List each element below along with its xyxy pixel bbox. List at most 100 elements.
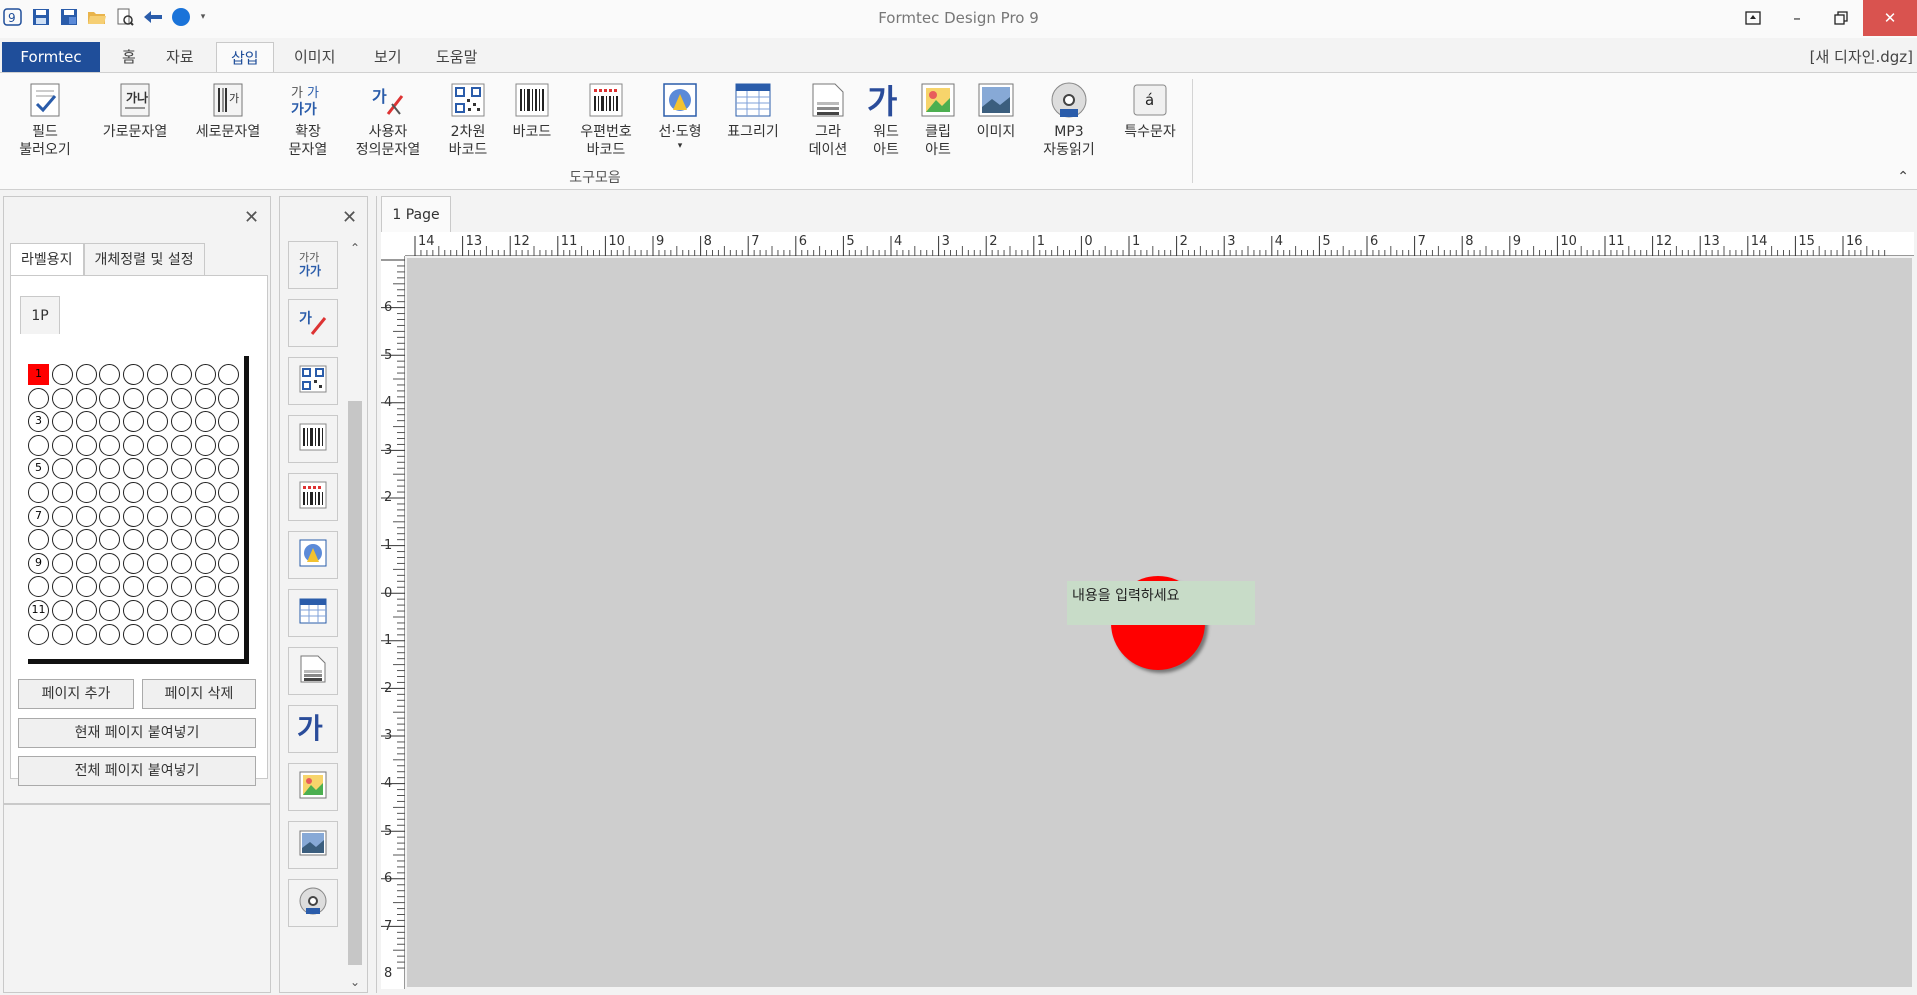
tab-formtec[interactable]: Formtec bbox=[2, 42, 100, 72]
tab-object-align[interactable]: 개체정렬 및 설정 bbox=[83, 243, 205, 275]
vertical-text-button[interactable]: 가 세로문자열 bbox=[188, 81, 268, 141]
close-icon[interactable]: ✕ bbox=[342, 207, 357, 228]
label-cell[interactable] bbox=[194, 411, 216, 433]
label-cell[interactable] bbox=[75, 458, 97, 480]
label-cell[interactable]: 5 bbox=[28, 458, 49, 480]
label-cell[interactable] bbox=[194, 458, 216, 480]
label-cell[interactable] bbox=[194, 600, 216, 621]
scroll-down-icon[interactable]: ⌄ bbox=[348, 975, 362, 989]
label-cell[interactable] bbox=[28, 623, 49, 645]
word-art-button[interactable]: 가 워드 아트 bbox=[862, 81, 910, 159]
shape-button[interactable]: 선·도형 ▾ bbox=[652, 81, 708, 151]
label-cell[interactable] bbox=[99, 529, 121, 551]
label-cell[interactable] bbox=[51, 600, 73, 621]
label-cell[interactable] bbox=[75, 623, 97, 645]
label-cell[interactable] bbox=[75, 529, 97, 551]
label-cell[interactable] bbox=[218, 600, 240, 621]
label-cell[interactable] bbox=[28, 529, 49, 551]
label-cell[interactable] bbox=[147, 623, 168, 645]
label-cell[interactable] bbox=[170, 434, 192, 456]
label-cell[interactable] bbox=[170, 505, 192, 527]
label-cell[interactable] bbox=[51, 576, 73, 598]
label-cell[interactable] bbox=[75, 434, 97, 456]
label-cell[interactable] bbox=[99, 434, 121, 456]
label-cell[interactable]: 9 bbox=[28, 552, 49, 574]
label-cell[interactable] bbox=[218, 576, 240, 598]
label-cell[interactable] bbox=[75, 387, 97, 409]
label-cell[interactable] bbox=[147, 482, 168, 503]
label-cell[interactable] bbox=[194, 623, 216, 645]
label-cell[interactable] bbox=[75, 505, 97, 527]
tab-home[interactable]: 홈 bbox=[108, 42, 150, 72]
restore-button[interactable] bbox=[1819, 0, 1863, 36]
label-cell[interactable] bbox=[51, 623, 73, 645]
barcode-button[interactable]: 바코드 bbox=[506, 81, 558, 141]
label-cell[interactable] bbox=[194, 505, 216, 527]
label-cell[interactable] bbox=[51, 434, 73, 456]
label-cell[interactable] bbox=[123, 576, 145, 598]
label-cell[interactable] bbox=[51, 387, 73, 409]
horizontal-text-button[interactable]: 가나 가로문자열 bbox=[92, 81, 178, 141]
tool-button-qr-code[interactable] bbox=[288, 357, 338, 405]
label-cell[interactable] bbox=[194, 482, 216, 503]
field-load-button[interactable]: 필드 불러오기 bbox=[14, 81, 76, 159]
label-cell[interactable] bbox=[170, 623, 192, 645]
label-cell[interactable] bbox=[99, 364, 121, 385]
label-cell[interactable] bbox=[51, 364, 73, 385]
paste-current-page-button[interactable]: 현재 페이지 붙여넣기 bbox=[18, 718, 256, 748]
label-cell[interactable] bbox=[194, 387, 216, 409]
tool-button-clip-art[interactable] bbox=[288, 763, 338, 811]
label-cell[interactable] bbox=[123, 411, 145, 433]
tool-button-mp3[interactable] bbox=[288, 879, 338, 927]
label-cell[interactable] bbox=[147, 600, 168, 621]
label-cell[interactable] bbox=[51, 529, 73, 551]
label-cell[interactable] bbox=[218, 458, 240, 480]
label-cell[interactable] bbox=[218, 505, 240, 527]
label-cell[interactable] bbox=[218, 623, 240, 645]
postal-barcode-button[interactable]: 우편번호 바코드 bbox=[572, 81, 640, 159]
label-cell[interactable] bbox=[194, 529, 216, 551]
label-cell[interactable] bbox=[75, 552, 97, 574]
tool-button-shape[interactable] bbox=[288, 531, 338, 579]
label-cell[interactable] bbox=[170, 600, 192, 621]
label-cell[interactable] bbox=[147, 529, 168, 551]
label-cell[interactable] bbox=[194, 364, 216, 385]
label-cell[interactable] bbox=[170, 552, 192, 574]
extended-text-button[interactable]: 가 가 가가 확장 문자열 bbox=[280, 81, 336, 159]
label-cell[interactable] bbox=[28, 576, 49, 598]
scroll-thumb[interactable] bbox=[348, 401, 362, 965]
label-cell[interactable] bbox=[194, 434, 216, 456]
label-cell[interactable]: 3 bbox=[28, 411, 49, 433]
label-cell[interactable] bbox=[75, 576, 97, 598]
label-cell[interactable] bbox=[147, 411, 168, 433]
tool-button-barcode[interactable] bbox=[288, 415, 338, 463]
special-char-button[interactable]: á 특수문자 bbox=[1114, 81, 1186, 141]
label-cell[interactable] bbox=[51, 552, 73, 574]
label-cell[interactable] bbox=[147, 434, 168, 456]
label-cell[interactable] bbox=[99, 576, 121, 598]
label-cell[interactable] bbox=[99, 482, 121, 503]
label-cell[interactable] bbox=[170, 411, 192, 433]
minimize-button[interactable]: – bbox=[1775, 0, 1819, 36]
label-cell[interactable] bbox=[99, 458, 121, 480]
label-cell[interactable] bbox=[51, 458, 73, 480]
table-button[interactable]: 표그리기 bbox=[718, 81, 788, 141]
label-cell[interactable] bbox=[147, 387, 168, 409]
label-cell[interactable] bbox=[99, 387, 121, 409]
tool-button-word-art[interactable]: 가 bbox=[288, 705, 338, 753]
tool-button-gradation[interactable] bbox=[288, 647, 338, 695]
label-cell[interactable]: 11 bbox=[28, 600, 49, 621]
qr-code-button[interactable]: 2차원 바코드 bbox=[442, 81, 494, 159]
label-sheet-preview[interactable]: 1 3 5 7 9 11 bbox=[24, 356, 250, 664]
label-cell[interactable] bbox=[75, 364, 97, 385]
tab-data[interactable]: 자료 bbox=[152, 42, 208, 72]
text-object[interactable]: 내용을 입력하세요 bbox=[1067, 581, 1255, 625]
label-cell[interactable] bbox=[123, 458, 145, 480]
close-button[interactable]: ✕ bbox=[1863, 0, 1917, 36]
tool-button-extended-text[interactable]: 가가 가가 bbox=[288, 241, 338, 289]
label-cell[interactable] bbox=[147, 552, 168, 574]
label-cell[interactable] bbox=[99, 600, 121, 621]
label-cell[interactable] bbox=[99, 411, 121, 433]
label-cell[interactable] bbox=[147, 458, 168, 480]
label-cell[interactable] bbox=[75, 411, 97, 433]
